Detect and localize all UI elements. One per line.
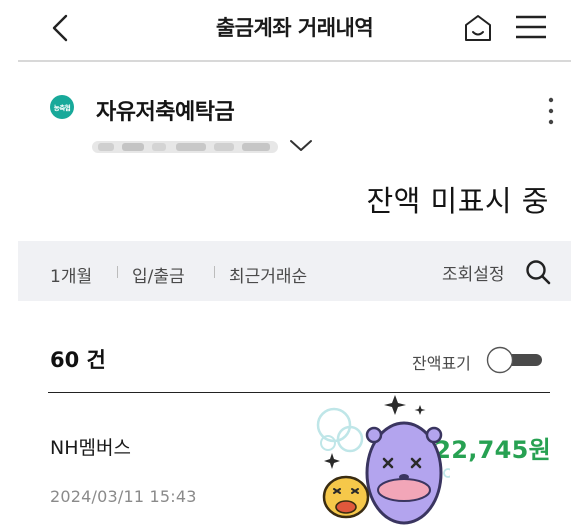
character-sticker-image: [316, 395, 450, 525]
query-settings-button[interactable]: 조회설정: [442, 260, 505, 285]
search-icon[interactable]: [524, 258, 552, 286]
home-icon[interactable]: [462, 12, 494, 44]
transaction-name: NH멤버스: [50, 437, 131, 459]
balance-toggle[interactable]: [486, 346, 544, 374]
filter-period[interactable]: 1개월: [50, 262, 92, 287]
more-vertical-icon[interactable]: [542, 96, 560, 128]
list-divider: [48, 392, 550, 393]
balance-toggle-label: 잔액표기: [412, 354, 471, 373]
filter-bar: 1개월 입/출금 최근거래순 조회설정: [18, 241, 571, 301]
filter-order[interactable]: 최근거래순: [229, 262, 307, 287]
transaction-date: 2024/03/11 15:43: [50, 487, 197, 506]
bank-logo: 농축협: [50, 95, 74, 119]
account-number-masked: [92, 141, 278, 153]
balance-status: 잔액 미표시 중: [366, 184, 549, 218]
hamburger-menu-icon[interactable]: [514, 14, 548, 40]
filter-divider: [214, 266, 215, 278]
chevron-down-icon[interactable]: [288, 138, 314, 154]
filter-type[interactable]: 입/출금: [132, 262, 185, 287]
transaction-count: 60 건: [50, 348, 106, 372]
transaction-amount: 22,745원: [434, 436, 551, 464]
app-frame: 출금계좌 거래내역 농축협 자유저축예탁금 잔액 미표시 중 1개월 입/출금: [18, 0, 571, 529]
account-name: 자유저축예탁금: [96, 100, 235, 125]
top-header: 출금계좌 거래내역: [18, 0, 571, 62]
filter-divider: [117, 266, 118, 278]
